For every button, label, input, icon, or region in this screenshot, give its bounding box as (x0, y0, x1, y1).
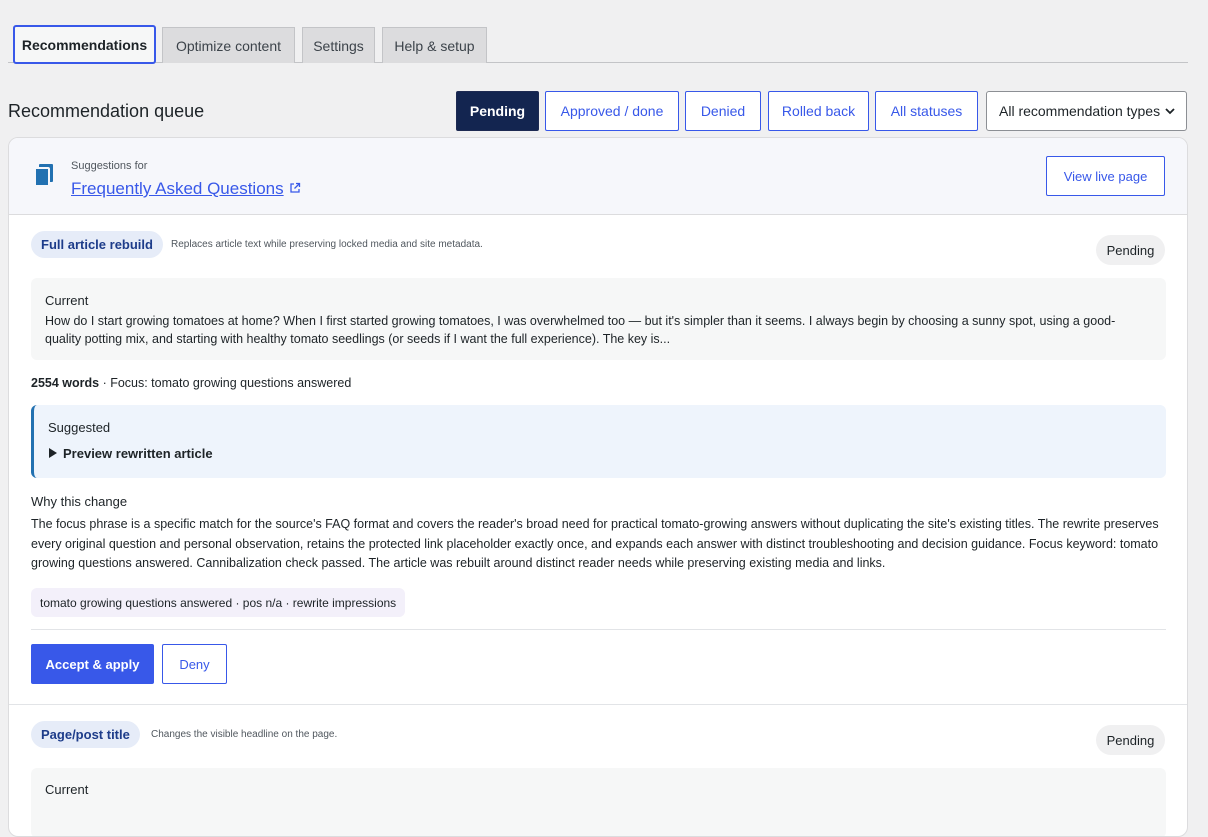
focus-keyword: · Focus: tomato growing questions answer… (99, 376, 352, 390)
recommendation-type-select[interactable]: All recommendation types (986, 91, 1187, 131)
current-label: Current (45, 293, 89, 308)
suggested-label: Suggested (48, 420, 111, 435)
queue-title: Recommendation queue (8, 101, 205, 121)
status-badge: Pending (1096, 235, 1165, 265)
copy-pages-icon (33, 164, 55, 193)
filter-all-statuses-button[interactable]: All statuses (875, 91, 978, 131)
settings-tabs: Recommendations Optimize content Setting… (8, 22, 1188, 64)
external-link-icon (289, 179, 301, 199)
current-content-box: Current (31, 768, 1166, 836)
current-text: How do I start growing tomatoes at home?… (45, 314, 1116, 346)
section-divider (9, 704, 1187, 705)
disclosure-triangle-icon (49, 446, 57, 461)
filter-approved-button[interactable]: Approved / done (545, 91, 679, 131)
view-live-page-button[interactable]: View live page (1046, 156, 1165, 196)
chevron-down-icon (1164, 104, 1176, 121)
preview-label: Preview rewritten article (63, 446, 213, 461)
word-count-focus: 2554 words · Focus: tomato growing quest… (31, 376, 351, 390)
status-badge: Pending (1096, 725, 1165, 755)
why-this-change-title: Why this change (31, 494, 128, 509)
recommendation-type-badge: Page/post title (31, 721, 140, 748)
filter-rolled-back-button[interactable]: Rolled back (768, 91, 869, 131)
card-header: Suggestions for Frequently Asked Questio… (9, 138, 1187, 215)
type-select-value: All recommendation types (999, 103, 1161, 119)
suggested-content-box: Suggested Preview rewritten article (31, 405, 1166, 478)
tab-optimize-content[interactable]: Optimize content (162, 27, 295, 63)
recommendation-type-description: Replaces article text while preserving l… (171, 239, 483, 250)
page-title-link[interactable]: Frequently Asked Questions (71, 179, 301, 199)
divider (31, 629, 1166, 630)
recommendation-type-badge: Full article rebuild (31, 231, 163, 258)
current-label: Current (45, 782, 89, 797)
filter-pending-button[interactable]: Pending (456, 91, 539, 131)
keyword-tag: tomato growing questions answered · pos … (31, 588, 406, 617)
recommendation-card: Suggestions for Frequently Asked Questio… (8, 137, 1188, 837)
tab-help-setup[interactable]: Help & setup (382, 27, 487, 63)
why-this-change-text: The focus phrase is a specific match for… (31, 517, 1159, 570)
page-title-text: Frequently Asked Questions (71, 179, 284, 198)
accept-apply-button[interactable]: Accept & apply (31, 644, 154, 684)
deny-button[interactable]: Deny (162, 644, 227, 684)
tab-settings[interactable]: Settings (302, 27, 375, 63)
current-content-box: Current How do I start growing tomatoes … (31, 278, 1166, 360)
preview-rewritten-article-toggle[interactable]: Preview rewritten article (49, 446, 213, 461)
suggestions-for-label: Suggestions for (71, 160, 148, 172)
recommendation-type-description: Changes the visible headline on the page… (151, 729, 338, 740)
filter-denied-button[interactable]: Denied (685, 91, 761, 131)
word-count: 2554 words (31, 376, 100, 390)
tab-recommendations[interactable]: Recommendations (13, 25, 156, 64)
